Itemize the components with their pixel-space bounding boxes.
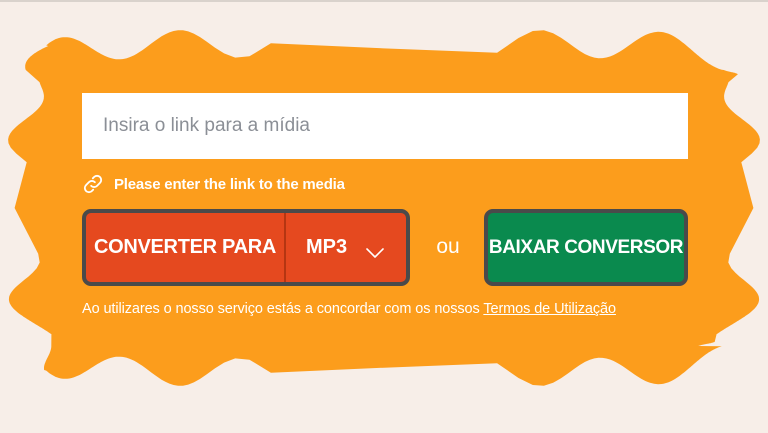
terms-link[interactable]: Termos de Utilização <box>483 301 616 317</box>
download-converter-button[interactable]: BAIXAR CONVERSOR <box>484 209 688 286</box>
convert-control: CONVERTER PARA MP3 <box>82 209 410 286</box>
media-url-field[interactable] <box>82 93 688 159</box>
url-hint: Please enter the link to the media <box>82 172 345 196</box>
chevron-down-icon <box>366 242 384 258</box>
link-icon <box>82 173 104 195</box>
convert-button[interactable]: CONVERTER PARA <box>86 213 286 282</box>
media-url-input[interactable] <box>101 114 688 138</box>
terms-prefix: Ao utilizares o nosso serviço estás a co… <box>82 301 484 317</box>
format-value: MP3 <box>306 236 348 258</box>
format-dropdown[interactable]: MP3 <box>286 213 406 282</box>
or-separator: ou <box>436 235 460 258</box>
url-hint-text: Please enter the link to the media <box>114 175 345 193</box>
terms-notice: Ao utilizares o nosso serviço estás a co… <box>82 301 616 317</box>
